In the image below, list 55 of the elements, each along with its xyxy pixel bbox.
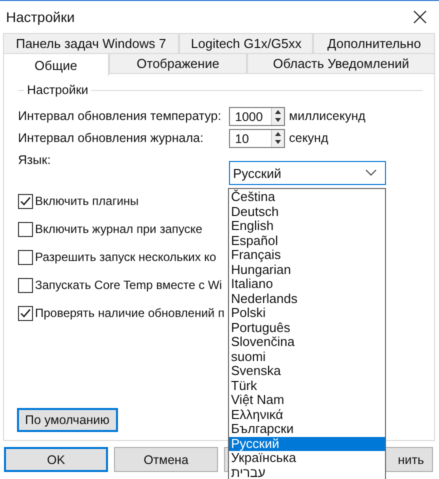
tab[interactable]: Панель задач Windows 7: [3, 33, 179, 53]
language-option[interactable]: Nederlands: [229, 292, 385, 306]
language-option[interactable]: suomi: [229, 350, 385, 364]
tab[interactable]: Дополнительно: [313, 33, 435, 53]
language-option[interactable]: Slovenčina: [229, 335, 385, 350]
field-label: Язык:: [18, 153, 52, 167]
defaults-button[interactable]: По умолчанию: [17, 408, 118, 432]
checkbox-label[interactable]: Включить журнал при запуске: [35, 222, 202, 236]
language-dropdown[interactable]: Русский: [229, 161, 386, 185]
checkbox[interactable]: [18, 278, 33, 292]
close-icon[interactable]: [413, 10, 427, 24]
language-option[interactable]: Việt Nam: [229, 393, 385, 408]
dialog-button[interactable]: OK: [4, 447, 108, 472]
language-option[interactable]: Українська: [229, 451, 385, 466]
language-option[interactable]: Čeština: [229, 190, 385, 204]
language-option[interactable]: English: [229, 219, 385, 234]
tab[interactable]: Область Уведомлений: [247, 53, 435, 73]
language-option[interactable]: Polski: [229, 306, 385, 320]
tab[interactable]: Logitech G1x/G5xx: [178, 33, 314, 53]
down-arrow-icon[interactable]: [273, 138, 283, 146]
language-option[interactable]: עברית: [229, 466, 385, 479]
up-arrow-icon[interactable]: [273, 130, 283, 138]
language-option[interactable]: Русский: [229, 436, 385, 451]
number-spinner[interactable]: 10: [229, 128, 285, 148]
checkbox[interactable]: [18, 222, 33, 236]
language-option[interactable]: Svenska: [229, 364, 385, 378]
field-label: Интервал обновления журнала:: [18, 131, 204, 145]
language-option[interactable]: Ελληνικά: [229, 408, 385, 422]
language-option[interactable]: Türk: [229, 378, 385, 393]
chevron-icon: [365, 169, 377, 177]
language-option[interactable]: Français: [229, 248, 385, 262]
checkbox-label[interactable]: Проверять наличие обновлений п: [35, 306, 224, 320]
checkbox-label[interactable]: Разрешить запуск нескольких ко: [35, 250, 216, 264]
language-option[interactable]: Български: [229, 422, 385, 436]
language-option[interactable]: Italiano: [229, 277, 385, 292]
window-title: Настройки: [6, 9, 75, 25]
language-option[interactable]: Deutsch: [229, 204, 385, 219]
group-title: Настройки: [24, 83, 92, 97]
language-option[interactable]: Português: [229, 320, 385, 335]
number-spinner[interactable]: 1000: [229, 106, 285, 126]
unit-label: секунд: [289, 131, 328, 145]
up-arrow-icon[interactable]: [273, 108, 283, 116]
tab[interactable]: Общие: [3, 53, 109, 76]
checkbox[interactable]: [18, 194, 33, 208]
unit-label: миллисекунд: [289, 109, 366, 123]
field-label: Интервал обновления температур:: [18, 109, 222, 123]
tab[interactable]: Отображение: [108, 53, 248, 73]
down-arrow-icon[interactable]: [273, 116, 283, 124]
language-option[interactable]: Español: [229, 234, 385, 248]
language-option[interactable]: Hungarian: [229, 262, 385, 277]
checkbox-label[interactable]: Включить плагины: [35, 194, 139, 208]
dialog-button[interactable]: Отмена: [114, 447, 218, 472]
checkbox[interactable]: [18, 250, 33, 264]
checkbox[interactable]: [18, 306, 33, 320]
checkbox-label[interactable]: Запускать Core Temp вместе с Wi: [35, 278, 222, 292]
